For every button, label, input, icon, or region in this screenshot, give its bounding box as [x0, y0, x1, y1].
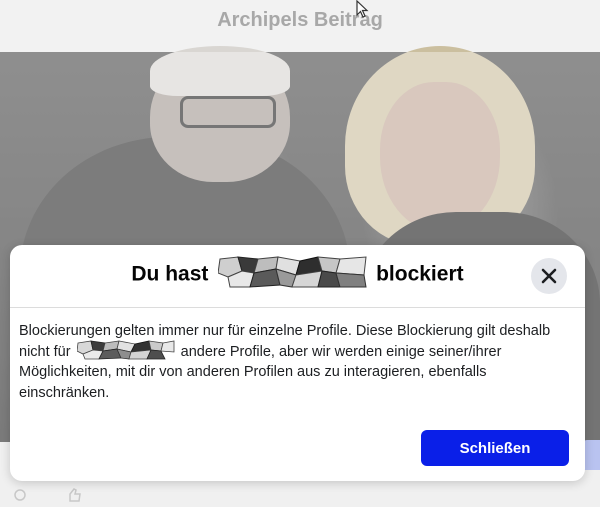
- block-confirmation-dialog: Du hast blockiert Blockierungen gelten i…: [10, 245, 585, 481]
- dialog-header: Du hast blockiert: [10, 245, 585, 308]
- mouse-cursor-icon: [356, 0, 369, 18]
- close-button[interactable]: [531, 258, 567, 294]
- heading-suffix: blockiert: [376, 262, 464, 286]
- background-button-partial: [583, 440, 600, 472]
- close-dialog-button[interactable]: Schließen: [421, 430, 569, 466]
- page-header: Archipels Beitrag: [0, 0, 600, 52]
- heading-prefix: Du hast: [131, 262, 209, 286]
- dialog-heading: Du hast blockiert: [10, 255, 585, 289]
- redacted-name-graphic-small: [76, 340, 175, 361]
- close-icon: [541, 268, 557, 284]
- redacted-name-graphic: [218, 255, 369, 289]
- dialog-body: Blockierungen gelten immer nur für einze…: [19, 321, 574, 403]
- like-icon: [14, 488, 81, 502]
- post-action-icons: [14, 488, 84, 507]
